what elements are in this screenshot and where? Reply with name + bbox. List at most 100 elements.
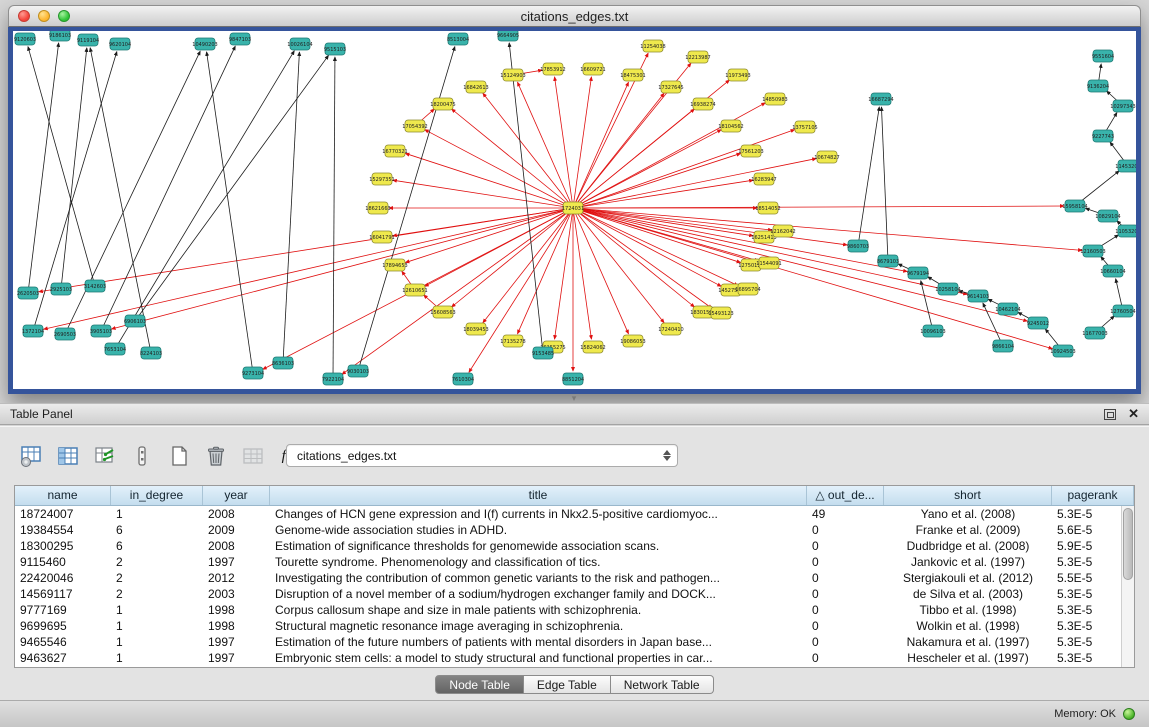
graph-node[interactable]: 16938274 [690,98,715,110]
tab-node-table[interactable]: Node Table [435,675,524,694]
edit-columns-icon[interactable] [92,443,118,469]
graph-node[interactable]: 10674827 [814,151,839,163]
graph-node[interactable]: 9614103 [967,290,989,302]
table-row[interactable]: 977716911998Corpus callosum shape and si… [15,602,1134,618]
graph-node[interactable]: 12213987 [685,51,710,63]
network-window-titlebar[interactable]: citations_edges.txt [8,5,1141,27]
graph-node[interactable]: 3142603 [84,280,106,292]
graph-node[interactable]: 9030103 [347,365,369,377]
graph-node[interactable]: 8851204 [562,373,584,385]
graph-node[interactable]: 18200475 [430,98,455,110]
graph-edge-black[interactable] [283,52,299,363]
graph-node[interactable]: 9273104 [242,367,264,379]
graph-edge-red[interactable] [112,208,573,329]
graph-edge-red[interactable] [405,153,573,208]
import-table-icon[interactable] [240,443,266,469]
graph-node[interactable]: 10297343 [1110,100,1135,112]
table-row[interactable]: 2242004622012Investigating the contribut… [15,570,1134,586]
graph-edge-black[interactable] [509,43,543,353]
table-row[interactable]: 911546021997Tourette syndrome. Phenomeno… [15,554,1134,570]
col-header-pagerank[interactable]: pagerank [1052,486,1134,505]
graph-edge-red[interactable] [573,130,795,208]
graph-node[interactable]: 10829104 [1095,210,1120,222]
graph-node[interactable]: 8224103 [140,347,162,359]
graph-node[interactable]: 9664905 [497,31,519,41]
graph-edge-black[interactable] [881,107,888,261]
graph-edge-red[interactable] [518,82,573,208]
graph-node[interactable]: 2925103 [50,283,72,295]
graph-edge-red[interactable] [518,208,573,334]
graph-node[interactable]: 11053204 [1115,225,1136,237]
graph-node[interactable]: 9866104 [992,340,1014,352]
graph-edge-red[interactable] [452,208,573,307]
graph-edge-red[interactable] [405,208,573,263]
close-panel-icon[interactable]: ✕ [1128,408,1139,420]
table-row[interactable]: 946554611997Estimation of the future num… [15,634,1134,650]
graph-edge-black[interactable] [135,55,328,321]
graph-node[interactable]: 2690503 [54,328,76,340]
graph-node[interactable]: 8636103 [272,357,294,369]
graph-edge-black[interactable] [90,48,151,353]
graph-node[interactable]: 18039453 [463,323,488,335]
graph-node[interactable]: 9860703 [847,240,869,252]
graph-node[interactable]: 2620503 [17,287,39,299]
graph-node[interactable]: 16609721 [580,63,605,75]
float-panel-icon[interactable] [1104,409,1116,420]
col-header-name[interactable]: name [15,486,111,505]
col-header-short[interactable]: short [884,486,1052,505]
graph-node[interactable]: 9679194 [907,267,929,279]
table-mode-icon[interactable] [18,443,44,469]
graph-node[interactable]: 16041791 [369,231,394,243]
graph-node[interactable]: 7922104 [322,373,344,385]
table-selector-dropdown[interactable]: citations_edges.txt [286,444,678,467]
col-header-in-degree[interactable]: in_degree [111,486,203,505]
graph-node[interactable]: 1724031 [562,202,584,214]
graph-node[interactable]: 3905103 [90,325,112,337]
graph-node[interactable]: 9120603 [14,33,36,45]
graph-node[interactable]: 13757105 [792,121,817,133]
table-row[interactable]: 946362711997Embryonic stem cells: a mode… [15,650,1134,666]
graph-node[interactable]: 9515103 [324,43,346,55]
graph-edge-red[interactable] [452,109,573,208]
show-columns-icon[interactable] [55,443,81,469]
graph-node[interactable]: 11544091 [756,257,781,269]
graph-node[interactable]: 15493123 [708,307,733,319]
col-header-title[interactable]: title [270,486,807,505]
graph-node[interactable]: 17135278 [500,335,525,347]
graph-edge-black[interactable] [921,281,933,331]
graph-node[interactable]: 15608563 [430,306,455,318]
tab-edge-table[interactable]: Edge Table [524,675,611,694]
graph-node[interactable]: 10462104 [995,303,1020,315]
graph-node[interactable]: 9620104 [109,38,131,50]
graph-node[interactable]: 15124903 [500,69,525,81]
graph-node[interactable]: 6906103 [124,315,146,327]
graph-node[interactable]: 11254038 [640,40,665,52]
zoom-button[interactable] [58,10,70,22]
graph-node[interactable]: 10924503 [1050,345,1075,357]
graph-edge-red[interactable] [573,103,765,208]
graph-node[interactable]: 9551604 [1092,50,1114,62]
graph-edge-red[interactable] [573,153,741,208]
col-header-out-degree[interactable]: △ out_de... [807,486,884,505]
table-row[interactable]: 969969511998Structural magnetic resonanc… [15,618,1134,634]
graph-node[interactable]: 9847103 [229,33,251,45]
graph-node[interactable]: 18104562 [718,120,743,132]
graph-node[interactable]: 16770321 [382,145,407,157]
graph-node[interactable]: 17240410 [658,323,683,335]
graph-node[interactable]: 18475301 [620,69,645,81]
graph-node[interactable]: 11453204 [1115,160,1136,172]
graph-node[interactable]: 19086053 [620,335,645,347]
graph-node[interactable]: 17853912 [540,63,565,75]
graph-node[interactable]: 9153485 [532,347,554,359]
graph-node[interactable]: 9136204 [1087,80,1109,92]
graph-node[interactable]: 12162042 [770,225,795,237]
graph-node[interactable]: 12610651 [402,284,427,296]
graph-edge-red[interactable] [573,159,816,208]
graph-edge-black[interactable] [65,51,200,334]
graph-edge-black[interactable] [101,46,235,331]
graph-node[interactable]: 11677003 [1082,327,1107,339]
tab-network-table[interactable]: Network Table [611,675,714,694]
graph-edge-red[interactable] [573,82,628,208]
row-height-icon[interactable] [129,443,155,469]
graph-node[interactable]: 9227743 [1092,130,1114,142]
